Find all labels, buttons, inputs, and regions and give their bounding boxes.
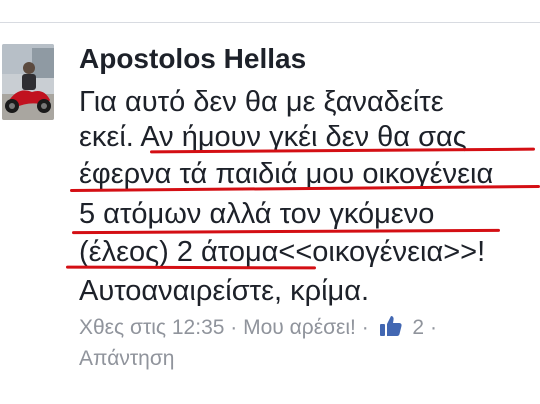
- avatar[interactable]: [2, 44, 54, 120]
- like-link[interactable]: Μου αρέσει!: [243, 316, 356, 339]
- comment-line-1: Για αυτό δεν θα με ξαναδείτε: [79, 86, 444, 118]
- comment-line-4: 5 ατόμων αλλά τον γκόμενο: [79, 198, 435, 230]
- author-name[interactable]: Apostolos Hellas: [79, 43, 306, 75]
- separator: ·: [230, 316, 238, 339]
- like-count[interactable]: 2: [412, 316, 424, 339]
- reply-link[interactable]: Απάντηση: [79, 347, 174, 371]
- top-divider: [0, 22, 540, 23]
- comment-meta: Χθες στις 12:35 · Μου αρέσει! · 2 ·: [79, 314, 437, 344]
- comment-line-6: Αυτοαναιρείστε, κρίμα.: [79, 275, 370, 307]
- timestamp[interactable]: Χθες στις 12:35: [79, 316, 224, 339]
- separator: ·: [361, 316, 369, 339]
- separator: ·: [429, 316, 437, 339]
- thumbs-up-icon[interactable]: [379, 314, 403, 344]
